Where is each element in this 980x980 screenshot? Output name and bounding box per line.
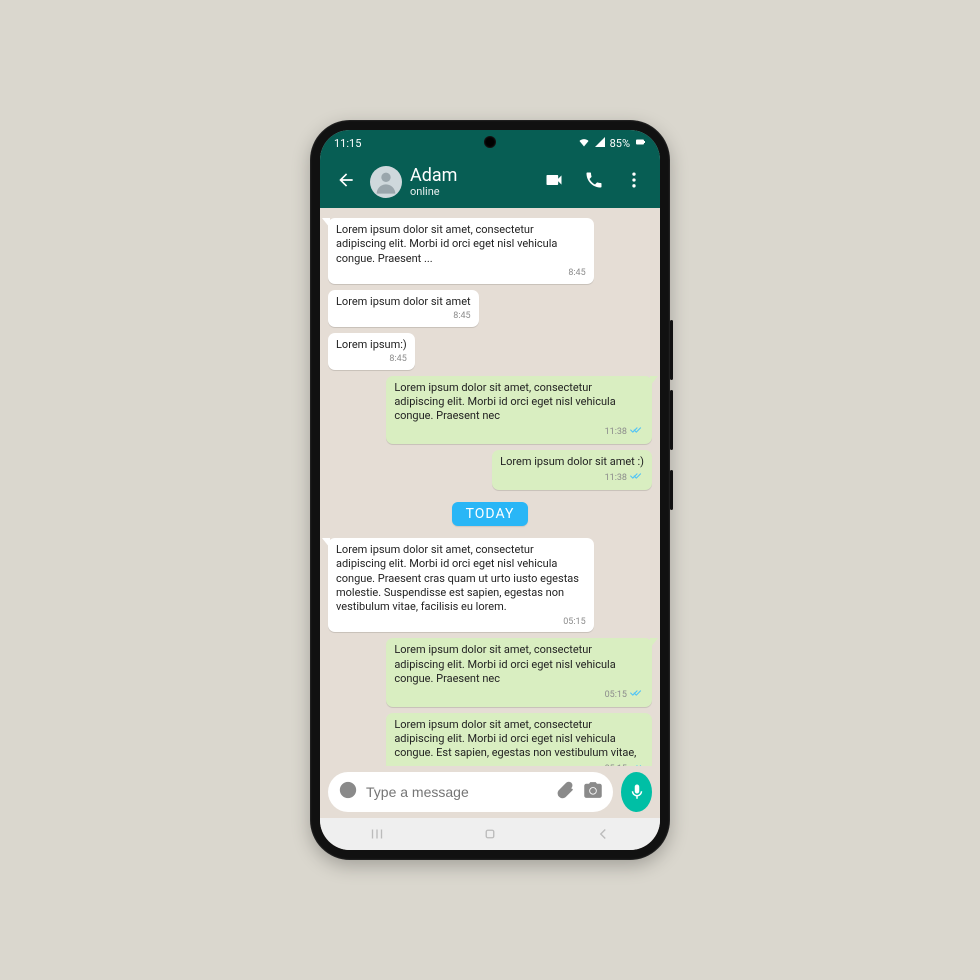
outgoing-message[interactable]: Lorem ipsum dolor sit amet, consectetur … xyxy=(386,376,652,445)
signal-icon xyxy=(594,136,606,151)
message-meta: 05:15 xyxy=(394,763,644,766)
message-text: Lorem ipsum dolor sit amet, consectetur … xyxy=(394,718,644,761)
message-row: Lorem ipsum:) 8:45 xyxy=(328,333,652,370)
video-call-button[interactable] xyxy=(538,170,570,194)
message-meta: 11:38 xyxy=(394,425,644,440)
incoming-message[interactable]: Lorem ipsum dolor sit amet, consectetur … xyxy=(328,538,594,632)
chat-header: Adam online xyxy=(320,156,660,208)
clock: 11:15 xyxy=(334,137,361,150)
composer xyxy=(320,766,660,818)
message-meta: 11:38 xyxy=(500,471,644,486)
outgoing-message[interactable]: Lorem ipsum dolor sit amet :) 11:38 xyxy=(492,450,652,490)
incoming-message[interactable]: Lorem ipsum dolor sit amet 8:45 xyxy=(328,290,479,327)
voice-call-button[interactable] xyxy=(578,170,610,194)
contact-title[interactable]: Adam online xyxy=(410,167,530,197)
avatar[interactable] xyxy=(370,166,402,198)
wifi-icon xyxy=(578,136,590,151)
message-time: 05:15 xyxy=(605,690,627,702)
message-meta: 8:45 xyxy=(336,354,407,366)
message-meta: 05:15 xyxy=(394,688,644,703)
message-row: Lorem ipsum dolor sit amet, consectetur … xyxy=(328,218,652,284)
message-time: 8:45 xyxy=(568,268,585,280)
nav-recents-button[interactable] xyxy=(357,825,397,843)
incoming-message[interactable]: Lorem ipsum:) 8:45 xyxy=(328,333,415,370)
read-ticks-icon xyxy=(630,688,644,703)
message-row: Lorem ipsum dolor sit amet, consectetur … xyxy=(328,538,652,632)
contact-presence: online xyxy=(410,186,530,198)
message-text: Lorem ipsum dolor sit amet xyxy=(336,295,471,309)
outgoing-message[interactable]: Lorem ipsum dolor sit amet, consectetur … xyxy=(386,713,652,766)
message-text: Lorem ipsum dolor sit amet :) xyxy=(500,455,644,469)
message-text: Lorem ipsum:) xyxy=(336,338,407,352)
system-nav-bar xyxy=(320,818,660,850)
emoji-icon[interactable] xyxy=(338,780,358,804)
message-text: Lorem ipsum dolor sit amet, consectetur … xyxy=(394,381,644,424)
message-text: Lorem ipsum dolor sit amet, consectetur … xyxy=(336,223,586,266)
front-camera xyxy=(484,136,496,148)
battery-icon xyxy=(634,136,646,151)
phone-frame: 11:15 85% Adam online xyxy=(310,120,670,860)
message-meta: 8:45 xyxy=(336,268,586,280)
chat-scroll-area[interactable]: Lorem ipsum dolor sit amet, consectetur … xyxy=(320,208,660,766)
message-meta: 8:45 xyxy=(336,311,471,323)
message-meta: 05:15 xyxy=(336,617,586,629)
volume-down-button[interactable] xyxy=(670,390,673,450)
message-time: 05:15 xyxy=(605,764,627,766)
date-chip: TODAY xyxy=(452,502,529,526)
message-row: Lorem ipsum dolor sit amet 8:45 xyxy=(328,290,652,327)
power-button[interactable] xyxy=(670,470,673,510)
read-ticks-icon xyxy=(630,425,644,440)
message-input[interactable] xyxy=(366,784,547,800)
camera-icon[interactable] xyxy=(583,780,603,804)
attachment-icon[interactable] xyxy=(555,780,575,804)
read-ticks-icon xyxy=(630,763,644,766)
contact-name: Adam xyxy=(410,167,530,186)
read-ticks-icon xyxy=(630,471,644,486)
back-button[interactable] xyxy=(330,170,362,194)
nav-back-button[interactable] xyxy=(583,825,623,843)
message-time: 05:15 xyxy=(563,617,585,629)
message-row: Lorem ipsum dolor sit amet, consectetur … xyxy=(328,376,652,445)
message-row: Lorem ipsum dolor sit amet, consectetur … xyxy=(328,638,652,707)
more-menu-button[interactable] xyxy=(618,170,650,194)
volume-up-button[interactable] xyxy=(670,320,673,380)
message-time: 11:38 xyxy=(605,473,627,485)
nav-home-button[interactable] xyxy=(470,825,510,843)
message-row: Lorem ipsum dolor sit amet, consectetur … xyxy=(328,713,652,766)
compose-box xyxy=(328,772,613,812)
screen: 11:15 85% Adam online xyxy=(320,130,660,850)
message-text: Lorem ipsum dolor sit amet, consectetur … xyxy=(336,543,586,614)
mic-button[interactable] xyxy=(621,772,652,812)
message-time: 11:38 xyxy=(605,427,627,439)
message-time: 8:45 xyxy=(389,354,406,366)
incoming-message[interactable]: Lorem ipsum dolor sit amet, consectetur … xyxy=(328,218,594,284)
battery-label: 85% xyxy=(610,137,630,150)
message-row: Lorem ipsum dolor sit amet :) 11:38 xyxy=(328,450,652,490)
outgoing-message[interactable]: Lorem ipsum dolor sit amet, consectetur … xyxy=(386,638,652,707)
message-time: 8:45 xyxy=(453,311,470,323)
message-text: Lorem ipsum dolor sit amet, consectetur … xyxy=(394,643,644,686)
